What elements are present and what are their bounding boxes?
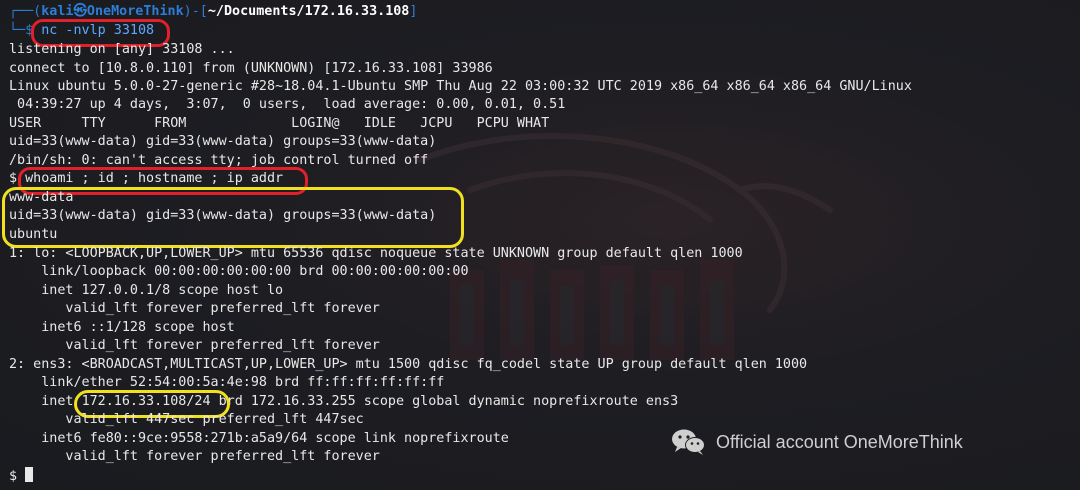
ip-line: link/ether 52:54:00:5a:4e:98 brd ff:ff:f…: [9, 375, 445, 390]
inet-suffix: brd 172.16.33.255 scope global dynamic n…: [210, 394, 679, 409]
ip-line: valid_lft forever preferred_lft forever: [9, 338, 380, 353]
prompt-host: OneMoreThink: [86, 4, 184, 19]
output-line: USER TTY FROM LOGIN@ IDLE JCPU PCPU WHAT: [9, 116, 550, 131]
prompt-arrow: └─$: [9, 23, 42, 38]
ip-line: inet 127.0.0.1/8 scope host lo: [9, 283, 284, 298]
output-line: listening on [any] 33108 ...: [9, 42, 235, 57]
shell-command-line: $ whoami ; id ; hostname ; ip addr: [9, 170, 283, 188]
inet-prefix: inet: [9, 394, 82, 409]
prompt-path: ~/Documents/172.16.33.108: [207, 4, 410, 19]
ip-line: valid_lft forever preferred_lft forever: [9, 301, 380, 316]
shell-prompt: $: [9, 171, 26, 186]
prompt-frame-open: ┌──(: [9, 4, 42, 19]
text-cursor: [25, 467, 34, 482]
ip-line: 2: ens3: <BROADCAST,MULTICAST,UP,LOWER_U…: [9, 357, 808, 372]
ip-line: 1: lo: <LOOPBACK,UP,LOWER_UP> mtu 65536 …: [9, 246, 743, 261]
prompt-header-line: ┌──(kali㉿OneMoreThink)-[~/Documents/172.…: [9, 3, 417, 21]
ip-line: inet6 fe80::9ce:9558:271b:a5a9/64 scope …: [9, 431, 509, 446]
output-line: 04:39:27 up 4 days, 3:07, 0 users, load …: [9, 97, 566, 112]
output-line: Linux ubuntu 5.0.0-27-generic #28~18.04.…: [9, 79, 912, 94]
result-line: www-data: [9, 190, 74, 205]
shell-command: whoami ; id ; hostname ; ip addr: [25, 171, 284, 186]
watermark: Official account OneMoreThink: [670, 426, 963, 458]
result-line: ubuntu: [9, 227, 58, 242]
ip-line: valid_lft forever preferred_lft forever: [9, 449, 380, 464]
prompt-at-symbol: ㉿: [73, 4, 87, 19]
prompt-frame-close: ]: [409, 4, 418, 19]
result-line: uid=33(www-data) gid=33(www-data) groups…: [9, 208, 437, 223]
ip-line: inet6 ::1/128 scope host: [9, 320, 235, 335]
wechat-icon: [672, 429, 705, 455]
output-line: /bin/sh: 0: can't access tty; job contro…: [9, 153, 429, 168]
ip-line: link/loopback 00:00:00:00:00:00 brd 00:0…: [9, 264, 469, 279]
watermark-text: Official account OneMoreThink: [716, 431, 963, 452]
final-prompt: $: [9, 469, 18, 484]
output-line: uid=33(www-data) gid=33(www-data) groups…: [9, 134, 437, 149]
prompt-frame-mid: )-[: [183, 4, 208, 19]
command-line: └─$ nc -nvlp 33108: [9, 22, 154, 40]
terminal-window[interactable]: ┌──(kali㉿OneMoreThink)-[~/Documents/172.…: [0, 0, 1080, 490]
ip-address: 172.16.33.108/24: [81, 394, 211, 409]
prompt-user: kali: [41, 4, 74, 19]
ip-line: valid_lft 447sec preferred_lft 447sec: [9, 412, 364, 427]
inet-line: inet 172.16.33.108/24 brd 172.16.33.255 …: [9, 393, 678, 411]
final-prompt-line[interactable]: $: [9, 467, 34, 485]
nc-command: nc -nvlp 33108: [41, 23, 155, 38]
output-line: connect to [10.8.0.110] from (UNKNOWN) […: [9, 61, 493, 76]
